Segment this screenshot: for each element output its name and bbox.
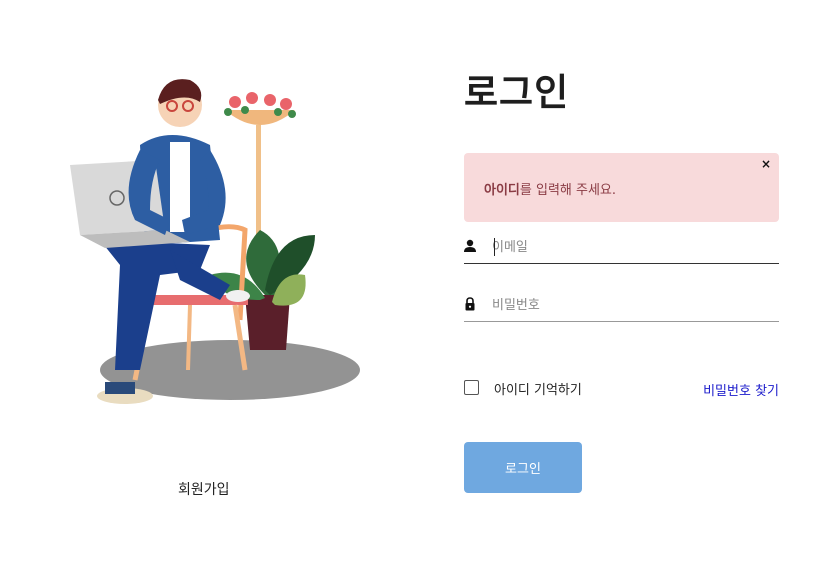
text-caret (494, 238, 495, 256)
remember-id-label[interactable]: 아이디 기억하기 (494, 379, 582, 398)
login-button[interactable]: 로그인 (464, 442, 582, 493)
remember-id-checkbox[interactable] (464, 380, 479, 395)
signup-link[interactable]: 회원가입 (178, 479, 230, 499)
alert-emphasis: 아이디 (484, 183, 520, 198)
alert-text: 를 입력해 주세요. (519, 183, 617, 198)
password-input[interactable] (492, 292, 777, 318)
alert-message: 아이디를 입력해 주세요. (484, 179, 616, 198)
person-with-laptop-illustration (70, 79, 360, 404)
login-form: 로그인 아이디를 입력해 주세요. × 아이디 기억하기 비밀번호 찾기 로그인 (464, 0, 779, 570)
email-field (464, 232, 779, 264)
lock-icon (465, 297, 475, 311)
hero-illustration (60, 70, 360, 420)
person-icon (464, 239, 476, 252)
error-alert: 아이디를 입력해 주세요. × (464, 153, 779, 222)
password-field (464, 290, 779, 322)
page-title: 로그인 (464, 71, 570, 114)
find-password-link[interactable]: 비밀번호 찾기 (703, 380, 779, 399)
close-icon[interactable]: × (759, 157, 773, 171)
email-input[interactable] (492, 234, 777, 260)
